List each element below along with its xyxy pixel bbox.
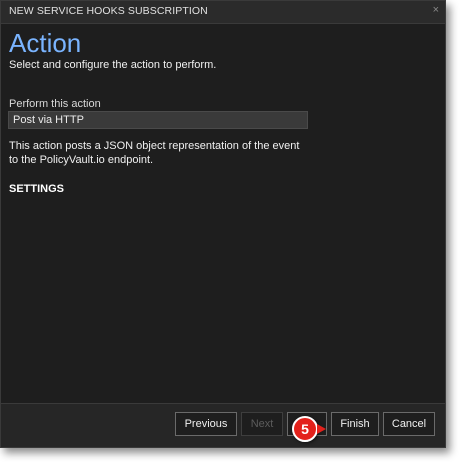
page-heading: Action [9,28,82,58]
dialog-titlebar: NEW SERVICE HOOKS SUBSCRIPTION × [1,1,445,24]
perform-action-label: Perform this action [9,98,101,110]
perform-action-select[interactable]: Post via HTTP [8,111,308,129]
page-subtitle: Select and configure the action to perfo… [9,59,217,71]
settings-heading: SETTINGS [9,183,65,195]
next-button: Next [241,412,283,436]
step-badge: 5 [292,416,318,442]
service-hooks-dialog: NEW SERVICE HOOKS SUBSCRIPTION × Action … [0,0,446,448]
finish-button[interactable]: Finish [331,412,379,436]
action-description: This action posts a JSON object represen… [9,140,300,166]
close-icon[interactable]: × [433,4,439,16]
previous-button[interactable]: Previous [175,412,237,436]
dialog-footer: Previous Next Finish Cancel [1,403,445,447]
dialog-title: NEW SERVICE HOOKS SUBSCRIPTION [9,5,208,17]
cancel-button[interactable]: Cancel [383,412,435,436]
step-arrow-icon [317,424,326,434]
